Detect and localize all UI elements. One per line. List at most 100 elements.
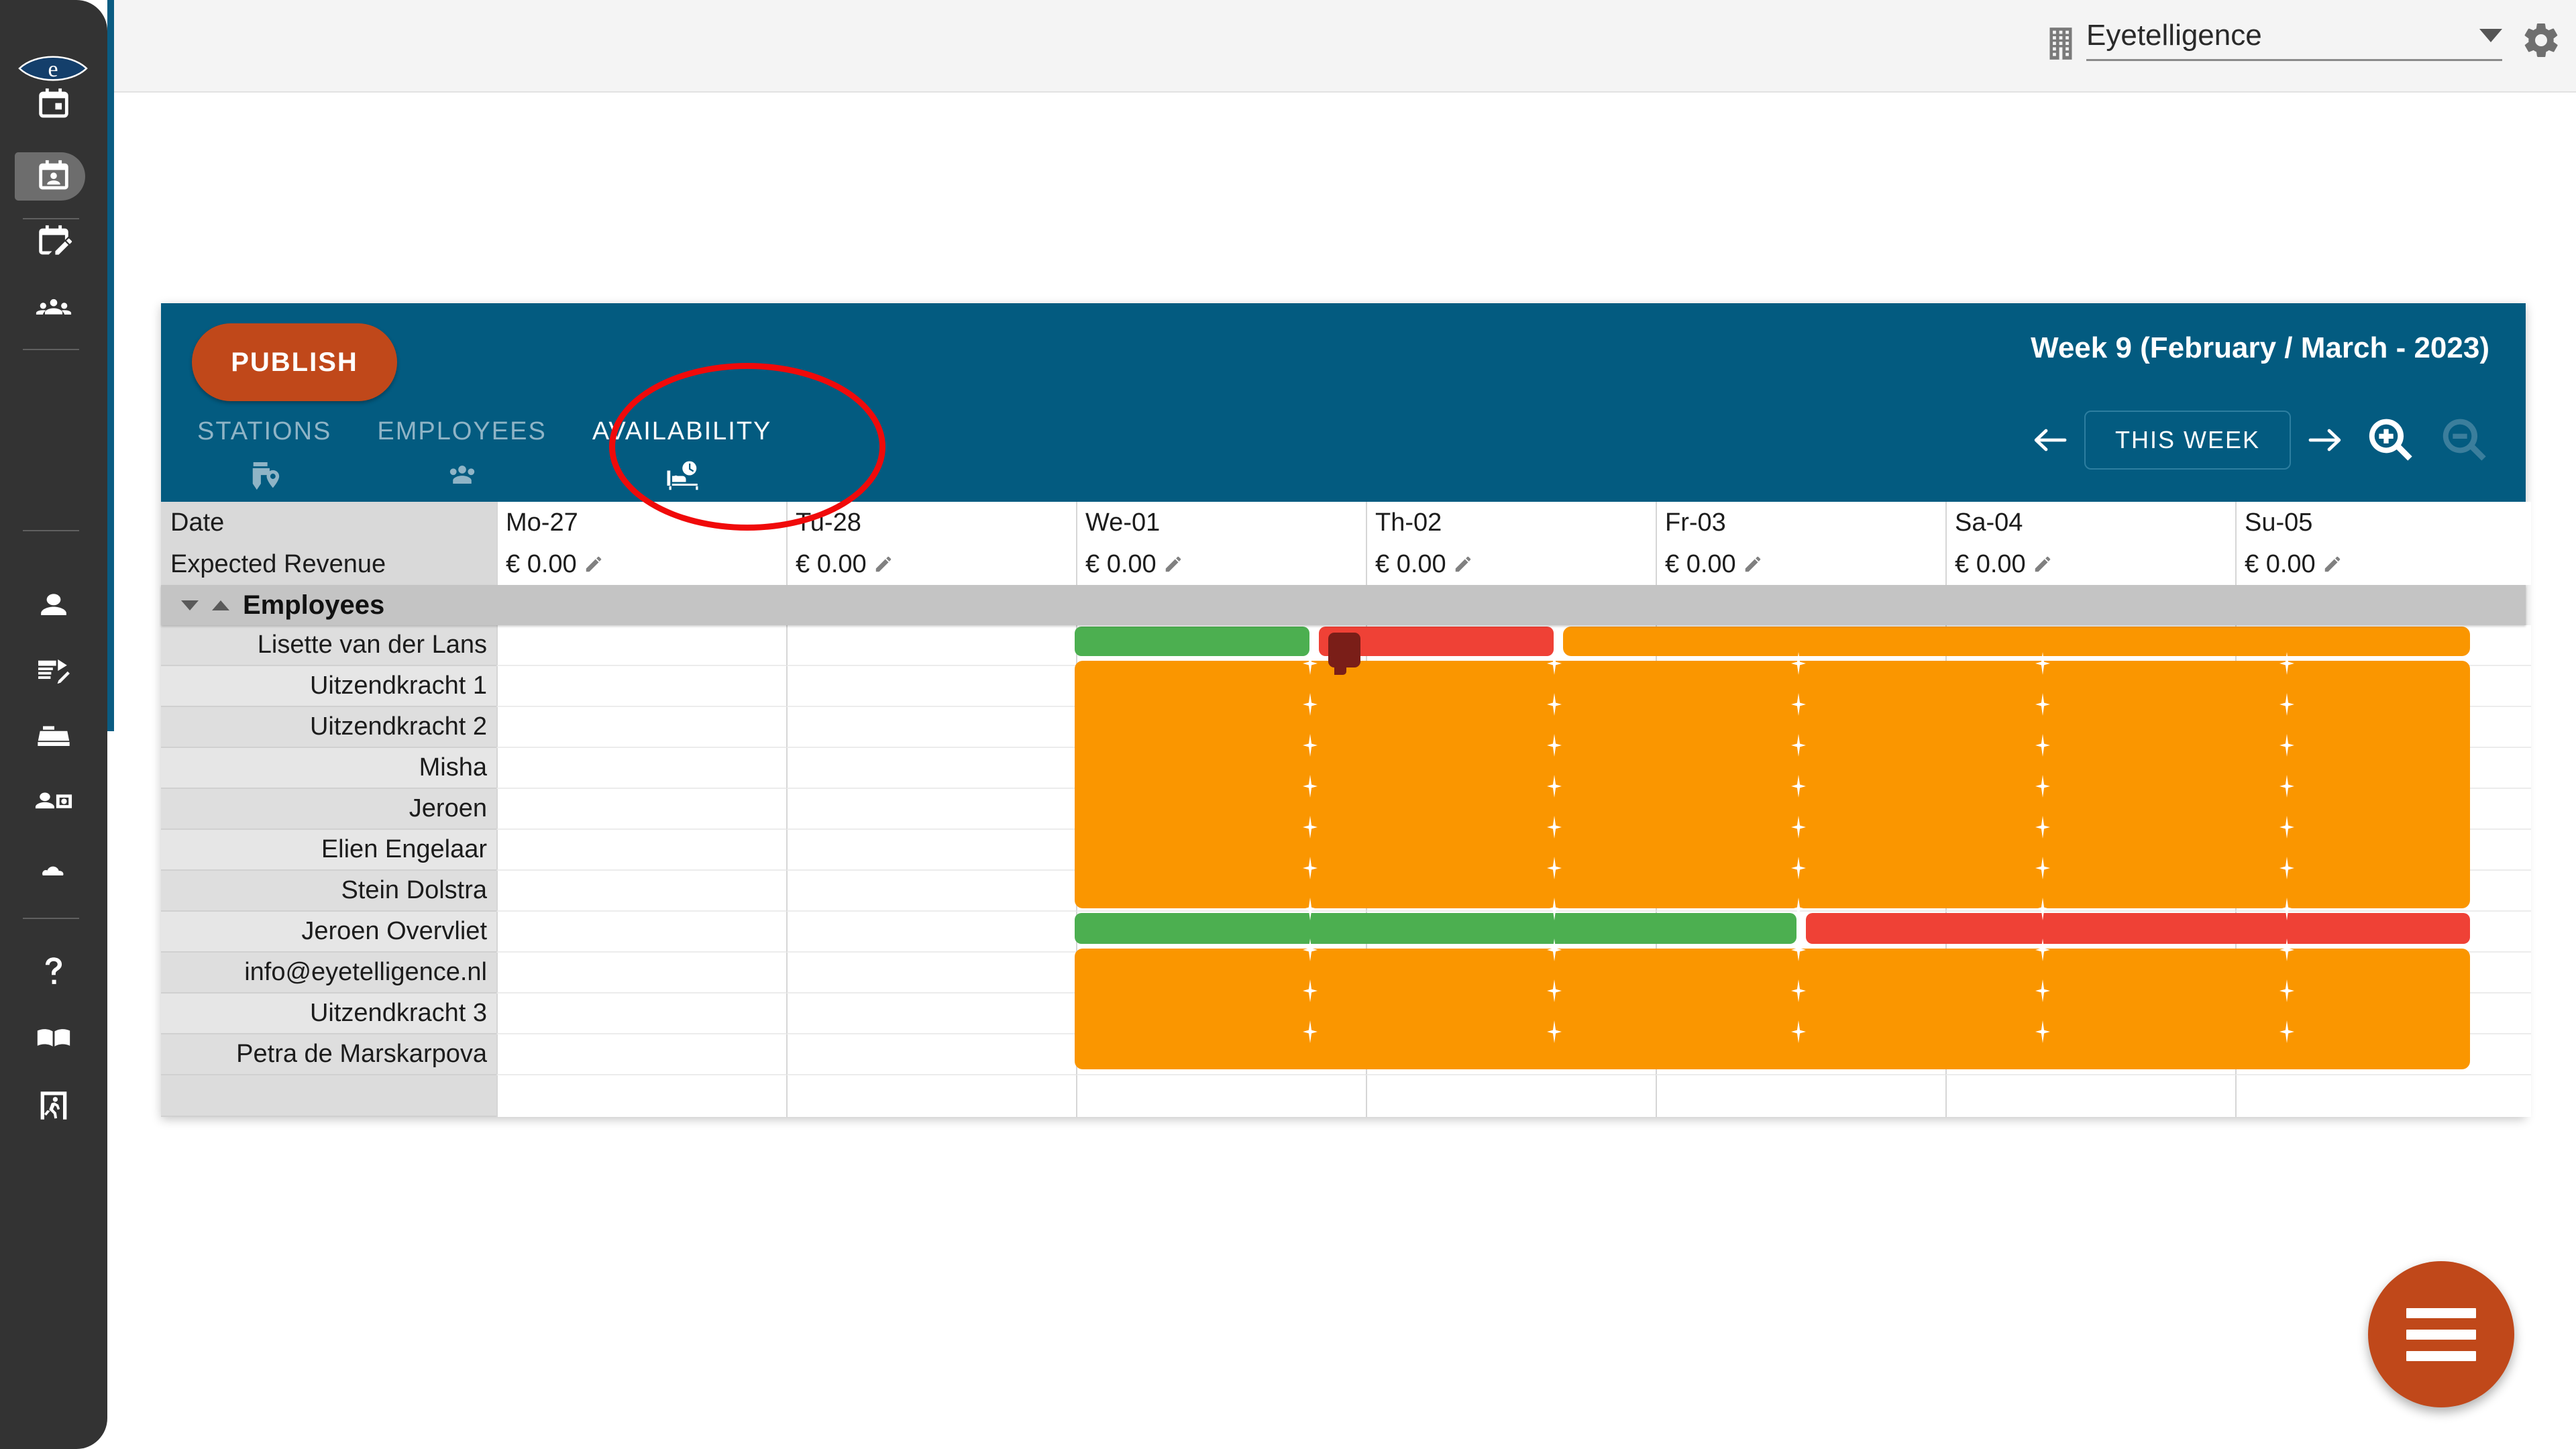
cell-su[interactable] — [2235, 707, 2531, 748]
cell-we[interactable] — [1076, 789, 1366, 830]
cell-tu[interactable] — [786, 994, 1076, 1034]
sidebar-item-employees[interactable] — [0, 770, 107, 835]
cell-tu[interactable] — [786, 830, 1076, 871]
zoom-in-button[interactable] — [2359, 409, 2421, 471]
cell-mo[interactable] — [496, 953, 786, 994]
day-header-th[interactable]: Th-02 — [1366, 502, 1656, 543]
zoom-out-button[interactable] — [2433, 409, 2495, 471]
cell-sa[interactable] — [1945, 625, 2235, 666]
cell-fr[interactable] — [1656, 789, 1945, 830]
cell-fr[interactable] — [1656, 1075, 1945, 1117]
cell-sa[interactable] — [1945, 953, 2235, 994]
table-row-blank[interactable] — [161, 1075, 2531, 1117]
cell-mo[interactable] — [496, 912, 786, 953]
cell-sa[interactable] — [1945, 707, 2235, 748]
cell-tu[interactable] — [786, 666, 1076, 707]
employee-name[interactable]: Petra de Marskarpova — [161, 1034, 496, 1075]
cell-tu[interactable] — [786, 1075, 1076, 1117]
cell-fr[interactable] — [1656, 871, 1945, 912]
cell-we[interactable] — [1076, 1075, 1366, 1117]
cell-mo[interactable] — [496, 789, 786, 830]
cell-th[interactable] — [1366, 1075, 1656, 1117]
organization-selector[interactable]: Eyetelligence — [2046, 19, 2502, 61]
cell-su[interactable] — [2235, 666, 2531, 707]
day-header-sa[interactable]: Sa-04 — [1945, 502, 2235, 543]
cell-tu[interactable] — [786, 789, 1076, 830]
pencil-icon[interactable] — [2033, 554, 2053, 574]
cell-sa[interactable] — [1945, 830, 2235, 871]
settings-button[interactable] — [2521, 20, 2561, 60]
collapse-all-icon[interactable] — [181, 600, 199, 610]
cell-sa[interactable] — [1945, 1075, 2235, 1117]
cell-th[interactable] — [1366, 789, 1656, 830]
table-row[interactable]: Misha — [161, 748, 2531, 789]
table-row[interactable]: Jeroen — [161, 789, 2531, 830]
sidebar-item-availability[interactable] — [0, 144, 107, 209]
sidebar-item-manual[interactable] — [0, 1006, 107, 1071]
cell-sa[interactable] — [1945, 912, 2235, 953]
cell-th[interactable] — [1366, 748, 1656, 789]
cell-we[interactable] — [1076, 912, 1366, 953]
sidebar-item-schedule[interactable] — [0, 72, 107, 137]
employee-name[interactable]: Stein Dolstra — [161, 871, 496, 912]
cell-we[interactable] — [1076, 707, 1366, 748]
cell-sa[interactable] — [1945, 666, 2235, 707]
chevron-down-icon[interactable] — [2479, 29, 2502, 42]
revenue-cell-we[interactable]: € 0.00 — [1076, 543, 1366, 585]
cell-mo[interactable] — [496, 666, 786, 707]
cell-mo[interactable] — [496, 625, 786, 666]
cell-we[interactable] — [1076, 871, 1366, 912]
sidebar-item-edit-schedule[interactable] — [0, 209, 107, 274]
cell-tu[interactable] — [786, 871, 1076, 912]
cell-su[interactable] — [2235, 789, 2531, 830]
cell-su[interactable] — [2235, 625, 2531, 666]
organization-dropdown[interactable]: Eyetelligence — [2086, 19, 2502, 61]
table-row[interactable]: Uitzendkracht 1 — [161, 666, 2531, 707]
cell-th[interactable] — [1366, 830, 1656, 871]
day-header-mo[interactable]: Mo-27 — [496, 502, 786, 543]
this-week-button[interactable]: THIS WEEK — [2084, 411, 2291, 470]
cell-tu[interactable] — [786, 953, 1076, 994]
employees-group-header[interactable]: Employees — [161, 585, 2526, 625]
revenue-cell-th[interactable]: € 0.00 — [1366, 543, 1656, 585]
cell-fr[interactable] — [1656, 748, 1945, 789]
table-row[interactable]: Uitzendkracht 3 — [161, 994, 2531, 1034]
table-row[interactable]: Petra de Marskarpova — [161, 1034, 2531, 1075]
publish-button[interactable]: PUBLISH — [192, 323, 397, 401]
cell-fr[interactable] — [1656, 912, 1945, 953]
cell-tu[interactable] — [786, 707, 1076, 748]
cell-tu[interactable] — [786, 912, 1076, 953]
cell-th[interactable] — [1366, 707, 1656, 748]
day-header-fr[interactable]: Fr-03 — [1656, 502, 1945, 543]
cell-fr[interactable] — [1656, 625, 1945, 666]
pencil-icon[interactable] — [1453, 554, 1473, 574]
previous-week-button[interactable] — [2028, 420, 2072, 460]
cell-mo[interactable] — [496, 1034, 786, 1075]
cell-sa[interactable] — [1945, 871, 2235, 912]
tab-availability[interactable]: AVAILABILITY — [570, 417, 795, 497]
cell-mo[interactable] — [496, 748, 786, 789]
day-header-we[interactable]: We-01 — [1076, 502, 1366, 543]
table-row[interactable]: Elien Engelaar — [161, 830, 2531, 871]
cell-tu[interactable] — [786, 748, 1076, 789]
employee-name[interactable]: Uitzendkracht 1 — [161, 666, 496, 707]
cell-fr[interactable] — [1656, 994, 1945, 1034]
cell-we[interactable] — [1076, 1034, 1366, 1075]
sidebar-item-help[interactable] — [0, 939, 107, 1004]
revenue-cell-su[interactable]: € 0.00 — [2235, 543, 2531, 585]
employee-name[interactable]: Jeroen Overvliet — [161, 912, 496, 953]
cell-we[interactable] — [1076, 625, 1366, 666]
cell-su[interactable] — [2235, 871, 2531, 912]
cell-mo[interactable] — [496, 830, 786, 871]
cell-mo[interactable] — [496, 994, 786, 1034]
sidebar-item-logout[interactable] — [0, 1073, 107, 1138]
cell-su[interactable] — [2235, 1075, 2531, 1117]
day-header-tu[interactable]: Tu-28 — [786, 502, 1076, 543]
cell-th[interactable] — [1366, 953, 1656, 994]
revenue-cell-tu[interactable]: € 0.00 — [786, 543, 1076, 585]
cell-sa[interactable] — [1945, 748, 2235, 789]
cell-su[interactable] — [2235, 748, 2531, 789]
tab-stations[interactable]: STATIONS — [174, 417, 354, 497]
cell-th[interactable] — [1366, 912, 1656, 953]
pencil-icon[interactable] — [1743, 554, 1763, 574]
